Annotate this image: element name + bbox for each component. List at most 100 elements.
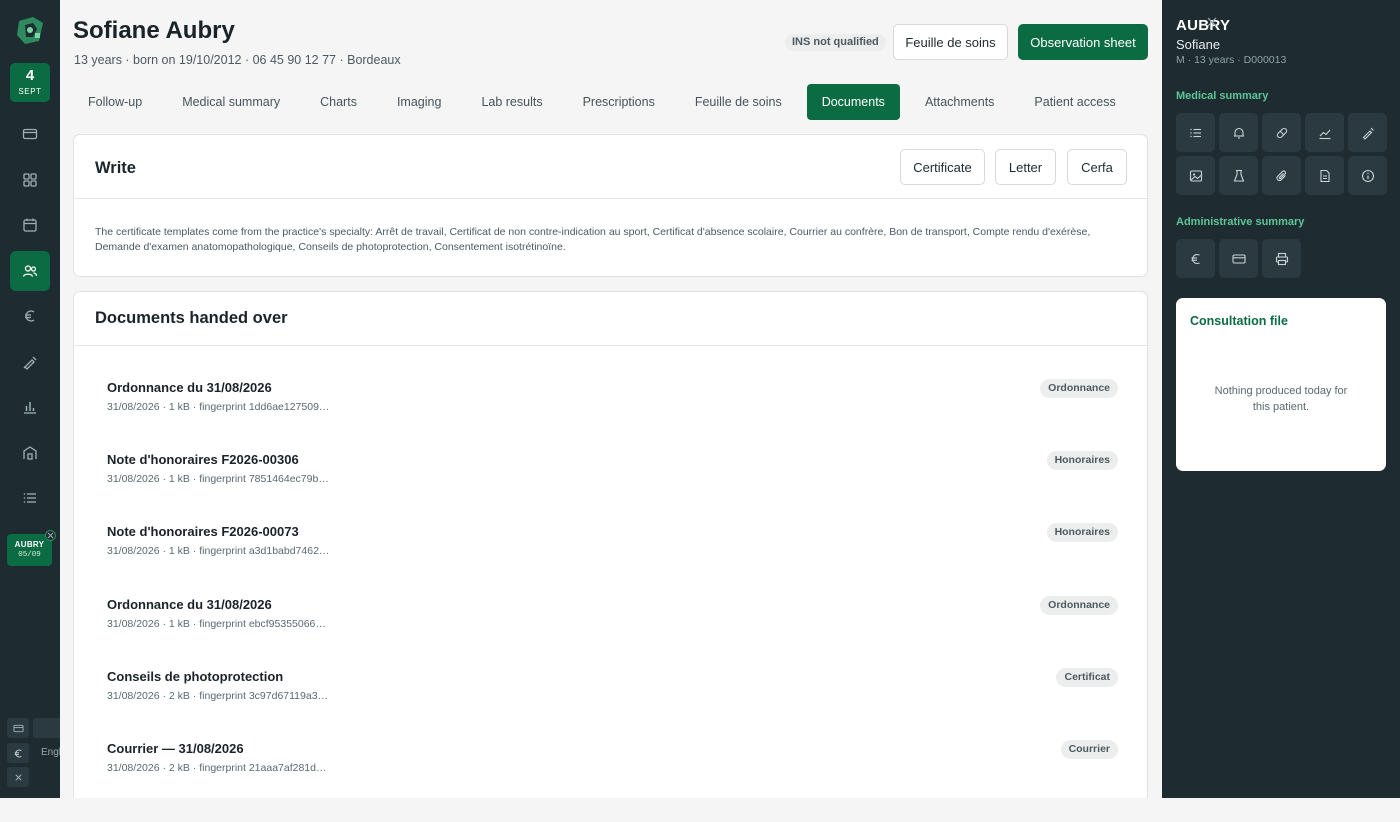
tab-prescriptions[interactable]: Prescriptions [568, 84, 670, 120]
document-type-badge: Honoraires [1046, 451, 1118, 470]
card-icon [22, 128, 38, 140]
document-title[interactable]: Ordonnance du 31/08/2026 [107, 380, 272, 395]
tab-care-sheet[interactable]: Feuille de soins [680, 84, 797, 120]
side-panel-meta: M · 13 years · D000013 [1176, 54, 1287, 66]
rail-mini-euro-button[interactable] [7, 743, 29, 763]
document-meta: 31/08/2026 · 2 kB · fingerprint 21aaa7af… [107, 762, 327, 774]
letter-button[interactable]: Letter [995, 149, 1056, 185]
rail-dashboard-button[interactable] [10, 160, 50, 200]
list-item[interactable]: Note d'honoraires F2026-00306 31/08/2026… [107, 451, 1118, 504]
bell-icon[interactable] [1219, 113, 1258, 152]
tab-lab-results[interactable]: Lab results [466, 84, 557, 120]
write-card-title: Write [95, 159, 136, 177]
syringe-icon[interactable] [1348, 113, 1387, 152]
image-icon[interactable] [1176, 156, 1215, 195]
info-icon[interactable] [1348, 156, 1387, 195]
flask-icon[interactable] [1219, 156, 1258, 195]
observation-sheet-button[interactable]: Observation sheet [1018, 24, 1148, 60]
write-card-header: Write Certificate Letter Cerfa [74, 135, 1147, 199]
patient-record-main: Sofiane Aubry 13 years · born on 19/10/2… [60, 0, 1162, 798]
administrative-summary-shortcuts [1176, 239, 1387, 278]
patient-identity-line: 13 years · born on 19/10/2012 · 06 45 90… [74, 53, 401, 67]
document-type-badge: Courrier [1060, 740, 1118, 759]
rail-mini-close-button[interactable] [7, 767, 29, 787]
side-panel-first-name: Sofiane [1176, 37, 1221, 52]
card-icon [12, 724, 24, 732]
grid-icon [23, 173, 37, 187]
tab-charts[interactable]: Charts [305, 84, 372, 120]
document-meta: 31/08/2026 · 1 kB · fingerprint ebcf9535… [107, 618, 326, 630]
certificate-button[interactable]: Certificate [900, 149, 985, 185]
left-rail: 4 SEPT AUBRY 05/09 English [0, 0, 60, 798]
list-icon[interactable] [1176, 113, 1215, 152]
date-month: SEPT [18, 87, 42, 96]
rail-vaccines-button[interactable] [10, 342, 50, 382]
tab-patient-access[interactable]: Patient access [1019, 84, 1130, 120]
rail-billing-button[interactable] [10, 114, 50, 154]
rail-mini-card-button[interactable] [7, 718, 29, 738]
language-label[interactable]: English [41, 747, 60, 758]
document-type-badge: Honoraires [1046, 523, 1118, 542]
card-icon[interactable] [1219, 239, 1258, 278]
open-patient-chip[interactable]: AUBRY 05/09 [7, 530, 56, 566]
document-title[interactable]: Conseils de photoprotection [107, 669, 283, 684]
tab-follow-up[interactable]: Follow-up [73, 84, 157, 120]
rail-expand-strip[interactable] [33, 718, 60, 738]
app-logo-icon[interactable] [13, 13, 47, 47]
close-panel-icon[interactable] [1206, 16, 1218, 28]
list-item[interactable]: Note d'honoraires F2026-00073 31/08/2026… [107, 523, 1118, 576]
bottom-strip [0, 798, 1400, 822]
bar-chart-icon [24, 402, 36, 414]
rail-practice-button[interactable] [10, 433, 50, 473]
list-icon [23, 493, 36, 503]
medical-summary-heading: Medical summary [1176, 90, 1269, 102]
rail-finance-button[interactable] [10, 296, 50, 336]
list-item[interactable]: Ordonnance du 31/08/2026 31/08/2026 · 1 … [107, 596, 1118, 649]
building-icon [23, 446, 37, 460]
today-date-badge[interactable]: 4 SEPT [10, 63, 50, 102]
rail-tasks-button[interactable] [10, 478, 50, 518]
document-type-badge: Ordonnance [1040, 596, 1118, 615]
document-meta: 31/08/2026 · 2 kB · fingerprint 3c97d671… [107, 690, 329, 702]
date-day: 4 [25, 67, 35, 84]
tab-medical-summary[interactable]: Medical summary [167, 84, 295, 120]
document-meta: 31/08/2026 · 1 kB · fingerprint a3d1babd… [107, 545, 330, 557]
cerfa-button[interactable]: Cerfa [1067, 149, 1127, 185]
document-title[interactable]: Ordonnance du 31/08/2026 [107, 597, 272, 612]
rail-patients-button[interactable] [10, 251, 50, 291]
trend-chart-icon[interactable] [1305, 113, 1344, 152]
consultation-file-card: Consultation file Nothing produced today… [1176, 298, 1386, 471]
open-patient-name: AUBRY [14, 540, 45, 549]
consultation-empty-state: Nothing produced today for this patient. [1214, 385, 1348, 413]
close-icon [14, 773, 22, 781]
euro-icon[interactable] [1176, 239, 1215, 278]
rail-calendar-button[interactable] [10, 205, 50, 245]
document-title[interactable]: Note d'honoraires F2026-00306 [107, 452, 299, 467]
care-sheet-button[interactable]: Feuille de soins [893, 24, 1008, 60]
administrative-summary-heading: Administrative summary [1176, 216, 1305, 228]
rail-statistics-button[interactable] [10, 387, 50, 427]
paperclip-icon[interactable] [1262, 156, 1301, 195]
euro-icon [25, 310, 35, 322]
list-item[interactable]: Conseils de photoprotection 31/08/2026 ·… [107, 668, 1118, 721]
tab-imaging[interactable]: Imaging [382, 84, 456, 120]
patient-side-panel: AUBRY Sofiane M · 13 years · D000013 Med… [1162, 0, 1400, 798]
close-chip-icon[interactable] [45, 530, 56, 541]
documents-card-header: Documents handed over [74, 292, 1147, 346]
documents-card-title: Documents handed over [95, 309, 288, 327]
pill-icon[interactable] [1262, 113, 1301, 152]
document-icon[interactable] [1305, 156, 1344, 195]
side-panel-last-name: AUBRY [1176, 17, 1231, 34]
open-patient-date: 05/09 [18, 551, 41, 559]
list-item[interactable]: Ordonnance du 31/08/2026 31/08/2026 · 1 … [107, 379, 1118, 432]
syringe-icon [23, 356, 37, 370]
medical-summary-shortcuts [1176, 113, 1387, 195]
tab-documents[interactable]: Documents [806, 84, 900, 120]
calendar-icon [23, 218, 37, 232]
printer-icon[interactable] [1262, 239, 1301, 278]
document-title[interactable]: Courrier — 31/08/2026 [107, 741, 244, 756]
document-title[interactable]: Note d'honoraires F2026-00073 [107, 524, 299, 539]
list-item[interactable]: Courrier — 31/08/2026 31/08/2026 · 2 kB … [107, 740, 1118, 793]
certificate-templates-note: The certificate templates come from the … [95, 226, 1091, 253]
tab-attachments[interactable]: Attachments [910, 84, 1009, 120]
